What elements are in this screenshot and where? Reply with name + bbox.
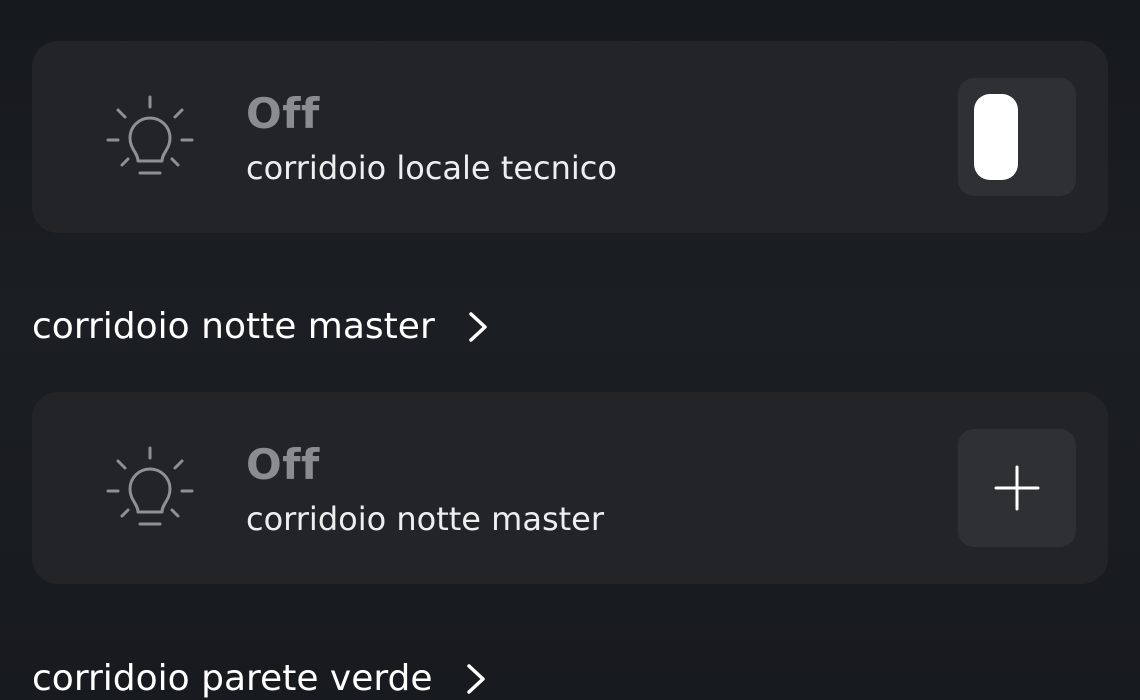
- lightbulb-icon: [106, 446, 194, 526]
- add-button[interactable]: [958, 429, 1076, 547]
- plus-icon: [994, 465, 1040, 511]
- section-header-corridoio-parete-verde[interactable]: corridoio parete verde: [32, 658, 489, 699]
- section-label: corridoio parete verde: [32, 658, 433, 699]
- section-label: corridoio notte master: [32, 306, 435, 347]
- light-name-label: corridoio locale tecnico: [246, 149, 617, 187]
- light-state-label: Off: [246, 440, 320, 489]
- chevron-right-icon: [469, 311, 487, 342]
- light-state-label: Off: [246, 89, 320, 138]
- lightbulb-icon: [106, 95, 194, 175]
- section-header-corridoio-notte-master[interactable]: corridoio notte master: [32, 306, 491, 347]
- chevron-right-icon: [466, 663, 485, 694]
- light-card-corridoio-notte-master[interactable]: Off corridoio notte master: [32, 392, 1108, 584]
- light-card-corridoio-locale-tecnico[interactable]: Off corridoio locale tecnico: [32, 41, 1108, 233]
- light-name-label: corridoio notte master: [246, 500, 604, 538]
- toggle-switch[interactable]: [958, 78, 1076, 196]
- switch-knob[interactable]: [974, 94, 1018, 180]
